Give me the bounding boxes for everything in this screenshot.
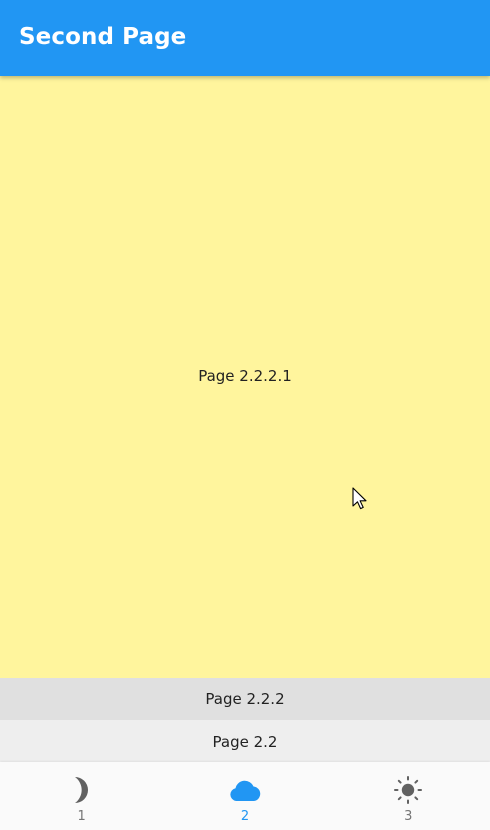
- content-area: Page 2.2.2.1: [0, 76, 490, 678]
- page-title: Second Page: [19, 24, 187, 50]
- nav-item-1[interactable]: 1: [0, 762, 163, 830]
- nav-item-3[interactable]: 3: [327, 762, 490, 830]
- nav-label-1: 1: [77, 809, 86, 824]
- nav-item-2[interactable]: 2: [163, 762, 326, 830]
- app-bar: Second Page: [0, 0, 490, 76]
- moon-icon: [74, 777, 88, 803]
- mouse-cursor-icon: [352, 487, 367, 510]
- cloud-icon: [230, 780, 261, 801]
- bottom-navigation: 1 2 3: [0, 762, 490, 830]
- sun-icon: [394, 776, 423, 804]
- nav-label-2: 2: [240, 809, 250, 824]
- app-window: Second Page Page 2.2.2.1 Page 2.2.2 Page…: [0, 0, 490, 830]
- stack-bar-page-2-2-2[interactable]: Page 2.2.2: [0, 678, 490, 720]
- nav-label-3: 3: [404, 809, 413, 824]
- content-page-label: Page 2.2.2.1: [198, 367, 292, 385]
- stack-bar-page-2-2[interactable]: Page 2.2: [0, 720, 490, 762]
